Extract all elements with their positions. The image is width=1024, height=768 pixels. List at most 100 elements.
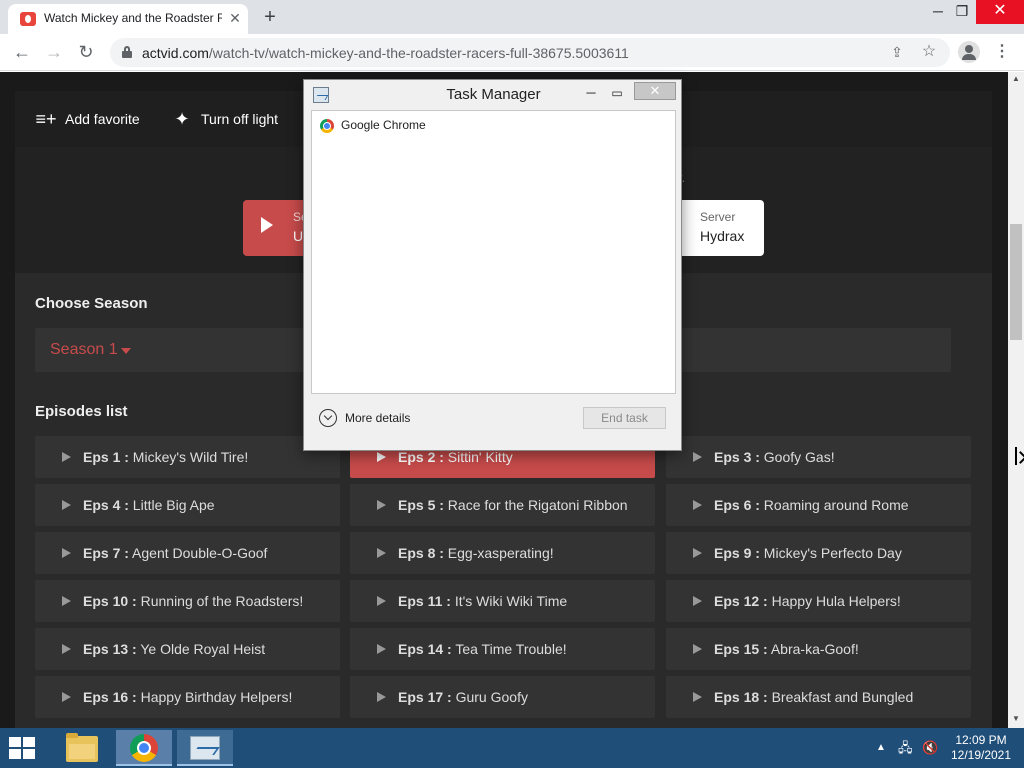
episode-item[interactable]: Eps 11 : It's Wiki Wiki Time xyxy=(350,580,655,622)
bookmark-star-icon[interactable]: ☆ xyxy=(920,43,938,61)
browser-tab[interactable]: Watch Mickey and the Roadster R ✕ xyxy=(8,4,248,34)
season-dropdown-value: Season 1 xyxy=(50,341,118,358)
task-manager-window: Task Manager ─ ▭ ✕ Google Chrome More de… xyxy=(303,79,682,451)
chrome-menu-icon[interactable]: ⋮ xyxy=(994,42,1010,62)
episode-title: Race for the Rigatoni Ribbon xyxy=(447,497,628,513)
window-close-icon[interactable]: ✕ xyxy=(976,0,1024,24)
process-name: Google Chrome xyxy=(341,118,426,132)
episode-number: Eps 3 : xyxy=(714,449,760,465)
episode-label: Eps 1 : Mickey's Wild Tire! xyxy=(83,449,248,465)
address-bar[interactable]: actvid.com/watch-tv/watch-mickey-and-the… xyxy=(110,38,950,67)
episode-number: Eps 2 : xyxy=(398,449,444,465)
episode-item[interactable]: Eps 5 : Race for the Rigatoni Ribbon xyxy=(350,484,655,526)
play-icon xyxy=(377,452,386,462)
episodes-list-heading: Episodes list xyxy=(35,403,128,420)
window-restore-icon[interactable]: ❐ xyxy=(946,0,978,24)
clock-date: 12/19/2021 xyxy=(950,748,1012,762)
episode-number: Eps 15 : xyxy=(714,641,768,657)
add-favorite-label: Add favorite xyxy=(65,111,140,127)
episode-item[interactable]: Eps 6 : Roaming around Rome xyxy=(666,484,971,526)
episode-item[interactable]: Eps 4 : Little Big Ape xyxy=(35,484,340,526)
tab-close-icon[interactable]: ✕ xyxy=(226,9,244,27)
minimize-icon[interactable]: ─ xyxy=(582,83,600,103)
episode-title: Agent Double-O-Goof xyxy=(132,545,268,561)
episode-item[interactable]: Eps 3 : Goofy Gas! xyxy=(666,436,971,478)
process-list: Google Chrome xyxy=(311,110,676,394)
episode-item[interactable]: Eps 13 : Ye Olde Royal Heist xyxy=(35,628,340,670)
episode-title: It's Wiki Wiki Time xyxy=(454,593,568,609)
task-manager-title: Task Manager xyxy=(446,86,541,103)
taskbar-task-manager[interactable] xyxy=(177,730,233,766)
episode-item[interactable]: Eps 16 : Happy Birthday Helpers! xyxy=(35,676,340,718)
episode-item[interactable]: Eps 15 : Abra-ka-Goof! xyxy=(666,628,971,670)
episode-item[interactable]: Eps 12 : Happy Hula Helpers! xyxy=(666,580,971,622)
play-icon xyxy=(62,596,71,606)
maximize-icon[interactable]: ▭ xyxy=(608,83,626,103)
url-text[interactable]: actvid.com/watch-tv/watch-mickey-and-the… xyxy=(142,45,629,61)
lock-icon[interactable] xyxy=(122,46,132,58)
taskbar-chrome[interactable] xyxy=(116,730,172,766)
play-icon xyxy=(62,500,71,510)
add-favorite-button[interactable]: ≡+ Add favorite xyxy=(35,108,140,130)
taskbar-file-explorer[interactable] xyxy=(55,730,111,766)
episode-title: Running of the Roadsters! xyxy=(140,593,304,609)
end-task-button[interactable]: End task xyxy=(583,407,666,429)
episode-label: Eps 10 : Running of the Roadsters! xyxy=(83,593,303,609)
page-scrollbar[interactable]: ▲ ▼ xyxy=(1008,72,1024,728)
play-icon xyxy=(693,596,702,606)
process-row[interactable]: Google Chrome xyxy=(312,116,675,136)
tray-overflow-icon[interactable]: ▲ xyxy=(876,742,886,753)
more-details-button[interactable]: More details xyxy=(319,409,410,427)
lightbulb-icon: ✦ xyxy=(174,109,190,129)
episode-title: Egg-xasperating! xyxy=(447,545,554,561)
windows-start-icon[interactable] xyxy=(9,737,37,761)
episode-item[interactable]: Eps 10 : Running of the Roadsters! xyxy=(35,580,340,622)
episode-item[interactable]: Eps 17 : Guru Goofy xyxy=(350,676,655,718)
browser-toolbar: ← → ↻ actvid.com/watch-tv/watch-mickey-a… xyxy=(0,34,1024,71)
play-icon xyxy=(261,217,273,233)
episode-number: Eps 6 : xyxy=(714,497,760,513)
forward-arrow-icon[interactable]: → xyxy=(42,41,66,65)
chrome-icon xyxy=(130,734,158,762)
profile-avatar-icon[interactable] xyxy=(958,41,980,63)
taskbar-clock[interactable]: 12:09 PM 12/19/2021 xyxy=(944,733,1018,763)
episode-label: Eps 16 : Happy Birthday Helpers! xyxy=(83,689,292,705)
episode-title: Guru Goofy xyxy=(455,689,528,705)
volume-muted-icon[interactable]: 🔇 xyxy=(922,740,940,756)
share-icon[interactable]: ⇪ xyxy=(888,43,906,61)
episode-item[interactable]: Eps 7 : Agent Double-O-Goof xyxy=(35,532,340,574)
episode-item[interactable]: Eps 14 : Tea Time Trouble! xyxy=(350,628,655,670)
episode-label: Eps 12 : Happy Hula Helpers! xyxy=(714,593,901,609)
new-tab-icon[interactable]: + xyxy=(259,6,281,28)
episode-number: Eps 8 : xyxy=(398,545,444,561)
episode-title: Little Big Ape xyxy=(132,497,215,513)
back-arrow-icon[interactable]: ← xyxy=(10,41,34,65)
episode-label: Eps 15 : Abra-ka-Goof! xyxy=(714,641,859,657)
episode-number: Eps 1 : xyxy=(83,449,129,465)
episode-item[interactable]: Eps 9 : Mickey's Perfecto Day xyxy=(666,532,971,574)
reload-icon[interactable]: ↻ xyxy=(74,41,98,65)
episode-item[interactable]: Eps 8 : Egg-xasperating! xyxy=(350,532,655,574)
server-button-hydrax[interactable]: Server Hydrax xyxy=(673,200,764,256)
episode-item[interactable]: Eps 18 : Breakfast and Bungled xyxy=(666,676,971,718)
play-icon xyxy=(693,500,702,510)
network-icon[interactable]: 🖧 xyxy=(898,740,914,756)
close-icon[interactable]: ✕ xyxy=(634,82,676,100)
episode-title: Sittin' Kitty xyxy=(447,449,513,465)
task-manager-footer: More details End task xyxy=(311,396,676,444)
play-icon xyxy=(693,452,702,462)
scroll-down-arrow-icon[interactable]: ▼ xyxy=(1012,714,1020,723)
episode-number: Eps 17 : xyxy=(398,689,452,705)
scrollbar-thumb[interactable] xyxy=(1010,224,1022,340)
episode-number: Eps 7 : xyxy=(83,545,129,561)
episode-label: Eps 3 : Goofy Gas! xyxy=(714,449,835,465)
turn-off-light-button[interactable]: ✦ Turn off light xyxy=(171,108,278,130)
clock-time: 12:09 PM xyxy=(955,733,1007,747)
caret-down-icon xyxy=(121,348,131,354)
episode-number: Eps 11 : xyxy=(398,593,451,609)
scroll-up-arrow-icon[interactable]: ▲ xyxy=(1012,74,1020,83)
episode-item[interactable]: Eps 1 : Mickey's Wild Tire! xyxy=(35,436,340,478)
episode-title: Happy Birthday Helpers! xyxy=(140,689,293,705)
play-icon xyxy=(62,452,71,462)
url-host: actvid.com xyxy=(142,45,209,61)
